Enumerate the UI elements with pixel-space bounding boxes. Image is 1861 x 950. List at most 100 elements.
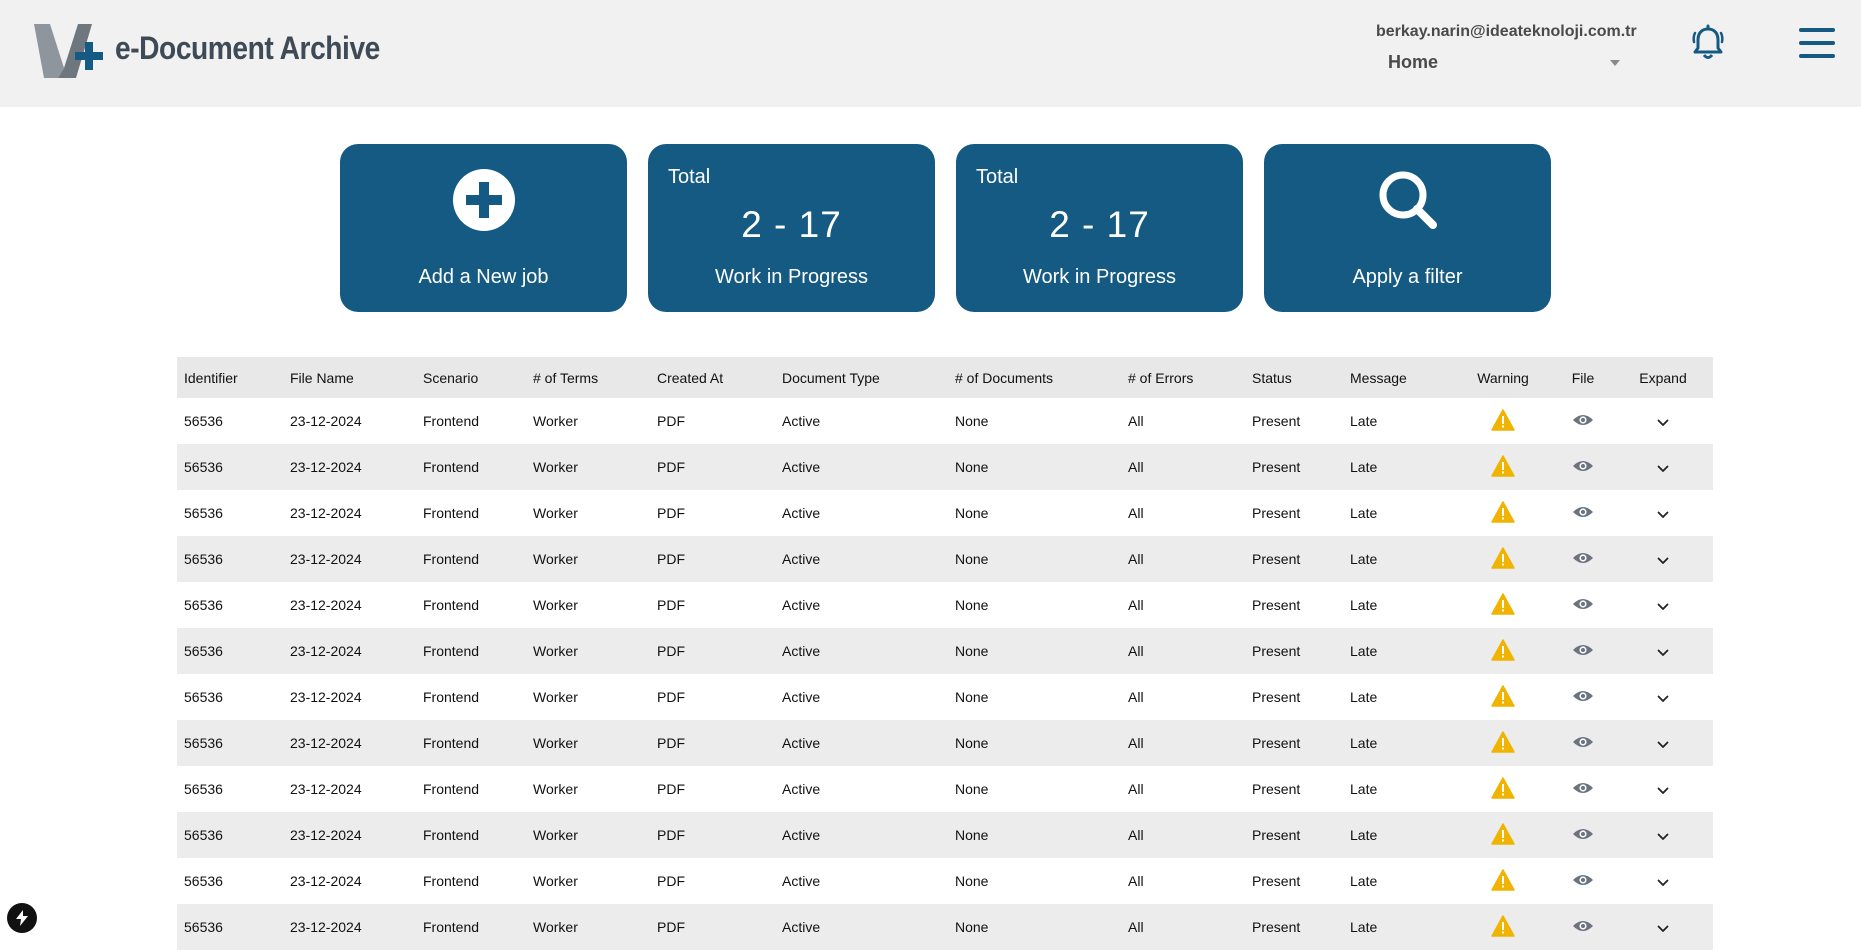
cell-documents: None [955, 873, 989, 889]
chevron-down-icon[interactable] [1657, 460, 1669, 476]
warning-triangle-icon[interactable] [1491, 408, 1515, 434]
cell-scenario: Frontend [423, 505, 480, 521]
chevron-down-icon[interactable] [1657, 690, 1669, 706]
column-header-document-type[interactable]: Document Type [775, 357, 948, 398]
table-row[interactable]: 56536 23-12-2024 Frontend Worker PDF Active No… [177, 444, 1713, 490]
warning-triangle-icon[interactable] [1491, 546, 1515, 572]
cell-errors: All [1128, 551, 1144, 567]
chevron-down-icon[interactable] [1657, 874, 1669, 890]
table-row[interactable]: 56536 23-12-2024 Frontend Worker PDF Active No… [177, 766, 1713, 812]
warning-triangle-icon[interactable] [1491, 822, 1515, 848]
table-row[interactable]: 56536 23-12-2024 Frontend Worker PDF Active No… [177, 720, 1713, 766]
table-row[interactable]: 56536 23-12-2024 Frontend Worker PDF Active No… [177, 490, 1713, 536]
column-header-status[interactable]: Status [1245, 357, 1343, 398]
table-row[interactable]: 56536 23-12-2024 Frontend Worker PDF Active No… [177, 858, 1713, 904]
eye-icon[interactable] [1572, 689, 1594, 706]
cell-file-name: 23-12-2024 [290, 643, 362, 659]
chevron-down-icon[interactable] [1657, 506, 1669, 522]
cell-created-at: PDF [657, 873, 685, 889]
column-header-errors[interactable]: # of Errors [1121, 357, 1245, 398]
cell-expand [1613, 490, 1713, 536]
work-in-progress-card-1[interactable]: Total 2 - 17 Work in Progress [648, 144, 935, 312]
column-header-file-name[interactable]: File Name [283, 357, 416, 398]
eye-icon[interactable] [1572, 597, 1594, 614]
table-row[interactable]: 56536 23-12-2024 Frontend Worker PDF Active No… [177, 628, 1713, 674]
cell-created-at: PDF [657, 597, 685, 613]
work-in-progress-card-2[interactable]: Total 2 - 17 Work in Progress [956, 144, 1243, 312]
column-header-file[interactable]: File [1553, 357, 1613, 398]
cell-document-type: Active [782, 597, 821, 613]
eye-icon[interactable] [1572, 827, 1594, 844]
warning-triangle-icon[interactable] [1491, 730, 1515, 756]
column-header-documents[interactable]: # of Documents [948, 357, 1121, 398]
cell-file [1553, 444, 1613, 490]
column-header-created-at[interactable]: Created At [650, 357, 775, 398]
eye-icon[interactable] [1572, 551, 1594, 568]
chevron-down-icon[interactable] [1657, 644, 1669, 660]
cell-message: Late [1350, 919, 1378, 935]
eye-icon[interactable] [1572, 413, 1594, 430]
cell-documents: None [955, 551, 989, 567]
table-row[interactable]: 56536 23-12-2024 Frontend Worker PDF Active No… [177, 674, 1713, 720]
chevron-down-icon[interactable] [1657, 552, 1669, 568]
column-header-scenario[interactable]: Scenario [416, 357, 526, 398]
cell-documents: None [955, 413, 989, 429]
add-new-job-card[interactable]: Add a New job [340, 144, 627, 312]
cell-file-name: 23-12-2024 [290, 735, 362, 751]
eye-icon[interactable] [1572, 459, 1594, 476]
bell-icon[interactable] [1690, 24, 1726, 67]
warning-triangle-icon[interactable] [1491, 868, 1515, 894]
cell-status: Present [1252, 781, 1301, 797]
eye-icon[interactable] [1572, 735, 1594, 752]
warning-triangle-icon[interactable] [1491, 500, 1515, 526]
column-header-identifier[interactable]: Identifier [177, 357, 283, 398]
eye-icon[interactable] [1572, 505, 1594, 522]
column-header-warning[interactable]: Warning [1453, 357, 1553, 398]
cell-message: Late [1350, 597, 1378, 613]
cell-errors: All [1128, 919, 1144, 935]
warning-triangle-icon[interactable] [1491, 454, 1515, 480]
total-label: Total [976, 166, 1019, 188]
apply-filter-card[interactable]: Apply a filter [1264, 144, 1551, 312]
lightning-bolt-icon[interactable] [7, 903, 37, 933]
column-header-message[interactable]: Message [1343, 357, 1453, 398]
warning-triangle-icon[interactable] [1491, 592, 1515, 618]
warning-triangle-icon[interactable] [1491, 776, 1515, 802]
table-row[interactable]: 56536 23-12-2024 Frontend Worker PDF Active No… [177, 904, 1713, 950]
chevron-down-icon[interactable] [1657, 598, 1669, 614]
cell-created-at: PDF [657, 827, 685, 843]
cell-expand [1613, 536, 1713, 582]
cell-document-type: Active [782, 505, 821, 521]
eye-icon[interactable] [1572, 873, 1594, 890]
warning-triangle-icon[interactable] [1491, 638, 1515, 664]
chevron-down-icon[interactable] [1657, 736, 1669, 752]
chevron-down-icon[interactable] [1657, 828, 1669, 844]
column-header-expand[interactable]: Expand [1613, 357, 1713, 398]
cell-message: Late [1350, 551, 1378, 567]
cell-created-at: PDF [657, 735, 685, 751]
eye-icon[interactable] [1572, 643, 1594, 660]
table-body: 56536 23-12-2024 Frontend Worker PDF Active No… [177, 398, 1713, 950]
table-row[interactable]: 56536 23-12-2024 Frontend Worker PDF Active No… [177, 582, 1713, 628]
warning-triangle-icon[interactable] [1491, 684, 1515, 710]
table-row[interactable]: 56536 23-12-2024 Frontend Worker PDF Active No… [177, 398, 1713, 444]
hamburger-menu-icon[interactable] [1799, 27, 1835, 64]
chevron-down-icon[interactable] [1657, 782, 1669, 798]
cell-warning [1453, 766, 1553, 812]
column-header-terms[interactable]: # of Terms [526, 357, 650, 398]
cell-document-type: Active [782, 459, 821, 475]
eye-icon[interactable] [1572, 919, 1594, 936]
table-header-row: Identifier File Name Scenario # of Terms… [177, 357, 1713, 398]
cell-file-name: 23-12-2024 [290, 597, 362, 613]
cell-warning [1453, 444, 1553, 490]
table-row[interactable]: 56536 23-12-2024 Frontend Worker PDF Active No… [177, 536, 1713, 582]
table-row[interactable]: 56536 23-12-2024 Frontend Worker PDF Active No… [177, 812, 1713, 858]
eye-icon[interactable] [1572, 781, 1594, 798]
chevron-down-icon[interactable] [1657, 414, 1669, 430]
warning-triangle-icon[interactable] [1491, 914, 1515, 940]
cell-expand [1613, 444, 1713, 490]
page-select[interactable]: Home [1388, 52, 1620, 78]
cell-errors: All [1128, 413, 1144, 429]
cell-status: Present [1252, 413, 1301, 429]
cell-file [1553, 628, 1613, 674]
